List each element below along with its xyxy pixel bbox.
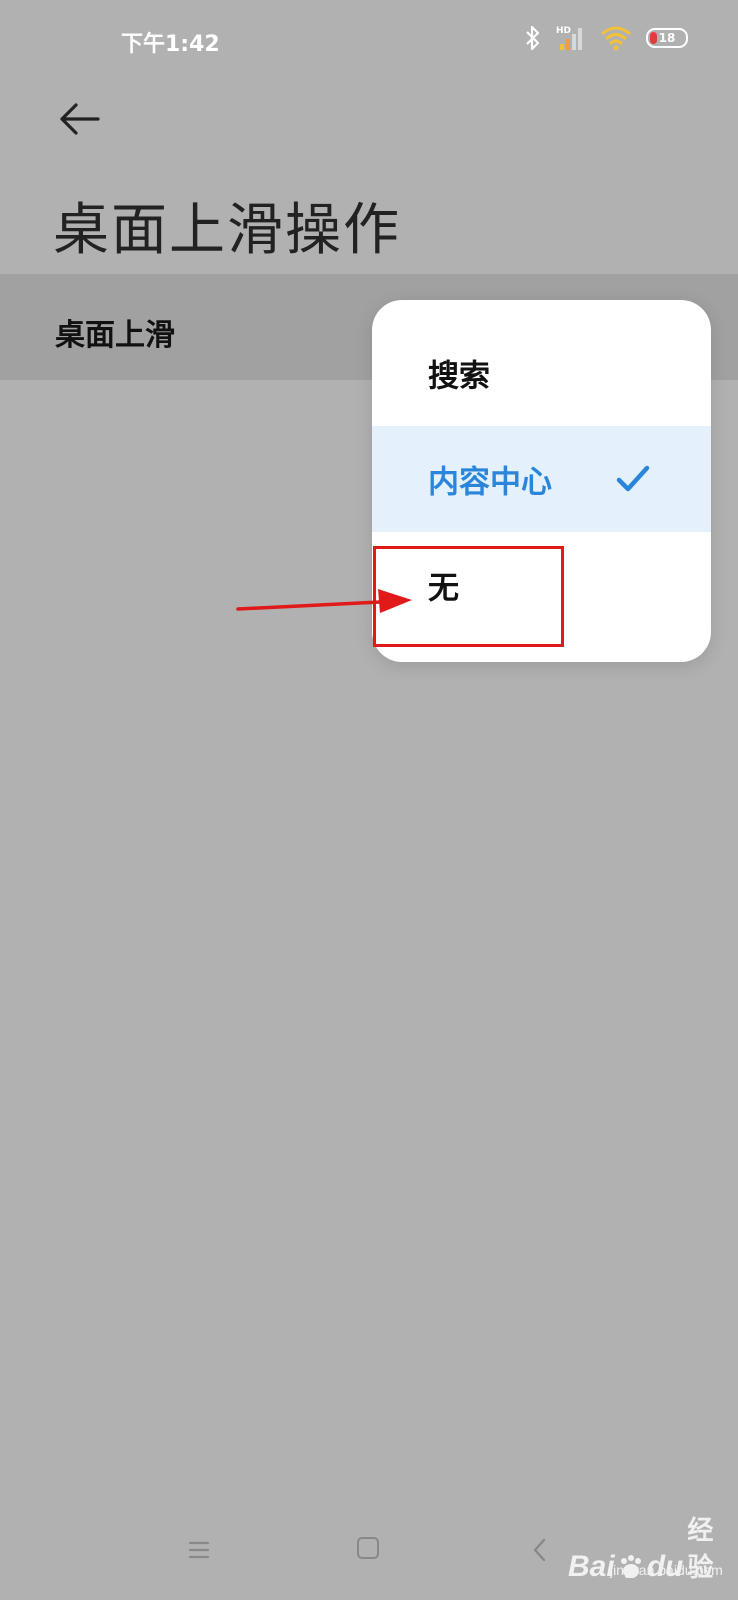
wifi-icon — [601, 26, 631, 51]
status-icons: HD 18 — [524, 24, 688, 52]
annotation-arrow-icon — [236, 589, 412, 613]
battery-icon: 18 — [646, 28, 688, 48]
watermark-logo-text-1: Bai — [568, 1550, 615, 1583]
arrow-left-icon[interactable] — [56, 95, 104, 143]
option-label: 搜索 — [428, 358, 490, 395]
home-icon[interactable] — [357, 1537, 379, 1559]
watermark-url: jingyan.baidu.com — [610, 1562, 723, 1578]
page-title: 桌面上滑操作 — [53, 198, 401, 263]
option-content-center[interactable]: 内容中心 — [372, 426, 711, 532]
bluetooth-icon — [526, 25, 540, 51]
option-label: 内容中心 — [428, 464, 552, 501]
option-search[interactable]: 搜索 — [372, 320, 711, 426]
signal-icon: HD — [556, 26, 582, 50]
hd-label: HD — [556, 26, 571, 36]
status-time: 下午1:42 — [121, 32, 220, 57]
checkmark-icon — [616, 465, 650, 492]
status-bar: 下午1:42 HD 18 — [0, 0, 738, 80]
back-icon[interactable] — [530, 1537, 550, 1563]
battery-level: 18 — [658, 31, 676, 45]
menu-icon[interactable] — [186, 1537, 212, 1563]
setting-row-label: 桌面上滑 — [55, 318, 175, 353]
